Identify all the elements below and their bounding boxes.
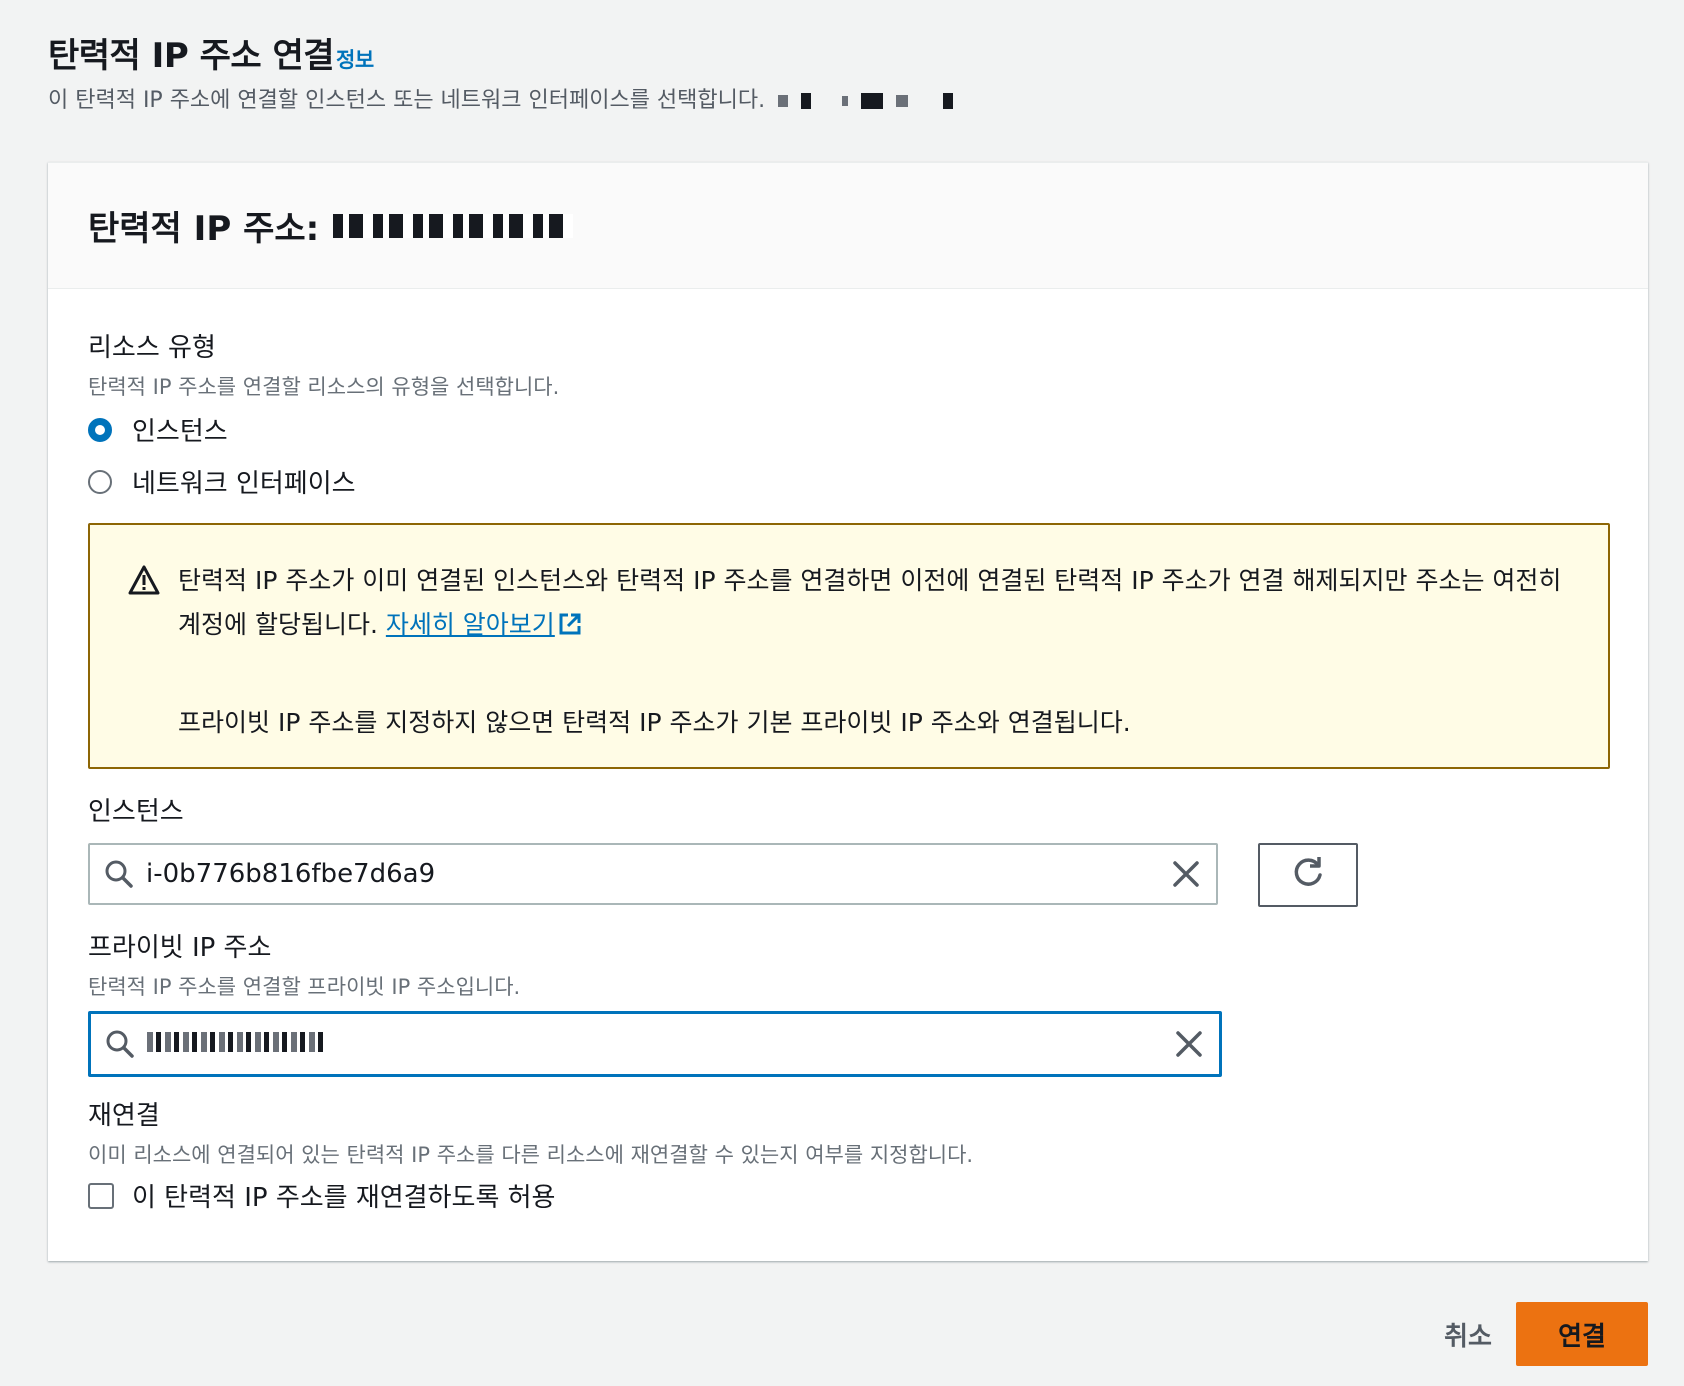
instance-value: i-0b776b816fbe7d6a9 [146, 859, 436, 889]
panel-title: 탄력적 IP 주소: [88, 209, 320, 249]
warning-icon [128, 565, 160, 599]
clear-icon[interactable] [1172, 860, 1200, 888]
checkbox-box[interactable] [88, 1182, 114, 1209]
refresh-icon [1290, 855, 1326, 895]
search-icon [104, 859, 134, 889]
resource-type-description: 탄력적 IP 주소를 연결할 리소스의 유형을 선택합니다. [88, 375, 560, 399]
redacted-private-ip [147, 1032, 327, 1052]
radio-instance[interactable]: 인스턴스 [88, 411, 228, 448]
redacted-region [943, 93, 954, 109]
redacted-region [842, 96, 849, 106]
allow-reassociation-label: 이 탄력적 IP 주소를 재연결하도록 허용 [132, 1183, 556, 1213]
refresh-button[interactable] [1258, 843, 1358, 907]
resource-type-label: 리소스 유형 [88, 333, 216, 363]
redacted-region [801, 93, 812, 109]
redacted-region [861, 93, 884, 109]
cancel-button[interactable]: 취소 [1408, 1304, 1528, 1364]
radio-unselected-indicator[interactable] [88, 469, 112, 494]
radio-network-interface-label: 네트워크 인터페이스 [132, 469, 356, 499]
page-description: 이 탄력적 IP 주소에 연결할 인스턴스 또는 네트워크 인터페이스를 선택합… [48, 82, 954, 114]
private-ip-label: 프라이빗 IP 주소 [88, 933, 272, 963]
private-ip-value [147, 1029, 1175, 1059]
allow-reassociation-checkbox[interactable]: 이 탄력적 IP 주소를 재연결하도록 허용 [88, 1177, 555, 1214]
redacted-region [896, 95, 909, 107]
private-ip-description: 탄력적 IP 주소를 연결할 프라이빗 IP 주소입니다. [88, 975, 521, 999]
search-icon [105, 1029, 135, 1059]
radio-network-interface[interactable]: 네트워크 인터페이스 [88, 463, 356, 500]
warning-text: 탄력적 IP 주소가 이미 연결된 인스턴스와 탄력적 IP 주소를 연결하면 … [178, 559, 1578, 647]
private-ip-search-input[interactable] [88, 1011, 1222, 1077]
page-title-text: 탄력적 IP 주소 연결 [48, 36, 335, 76]
redacted-region [778, 95, 789, 107]
reassociation-label: 재연결 [88, 1101, 160, 1131]
page-title: 탄력적 IP 주소 연결정보 [48, 28, 374, 77]
reassociation-description: 이미 리소스에 연결되어 있는 탄력적 IP 주소를 다른 리소스에 재연결할 … [88, 1143, 974, 1167]
instance-label: 인스턴스 [88, 797, 184, 827]
learn-more-text: 자세히 알아보기 [385, 610, 555, 639]
learn-more-link[interactable]: 자세히 알아보기 [386, 610, 583, 639]
external-link-icon [555, 610, 583, 639]
clear-icon[interactable] [1175, 1030, 1203, 1058]
associate-button[interactable]: 연결 [1516, 1302, 1648, 1366]
redacted-elastic-ip [333, 213, 574, 238]
panel-header: 탄력적 IP 주소: [48, 163, 1648, 289]
warning-message-2: 프라이빗 IP 주소를 지정하지 않으면 탄력적 IP 주소가 기본 프라이빗 … [178, 708, 1131, 737]
radio-instance-label: 인스턴스 [132, 417, 228, 447]
info-link[interactable]: 정보 [336, 48, 374, 72]
radio-selected-indicator[interactable] [88, 417, 112, 442]
warning-alert: 탄력적 IP 주소가 이미 연결된 인스턴스와 탄력적 IP 주소를 연결하면 … [88, 523, 1610, 769]
page-description-text: 이 탄력적 IP 주소에 연결할 인스턴스 또는 네트워크 인터페이스를 선택합… [48, 88, 766, 113]
instance-search-input[interactable]: i-0b776b816fbe7d6a9 [88, 843, 1218, 905]
associate-panel: 탄력적 IP 주소: 리소스 유형 탄력적 IP 주소를 연결할 리소스의 유형… [48, 162, 1648, 1261]
